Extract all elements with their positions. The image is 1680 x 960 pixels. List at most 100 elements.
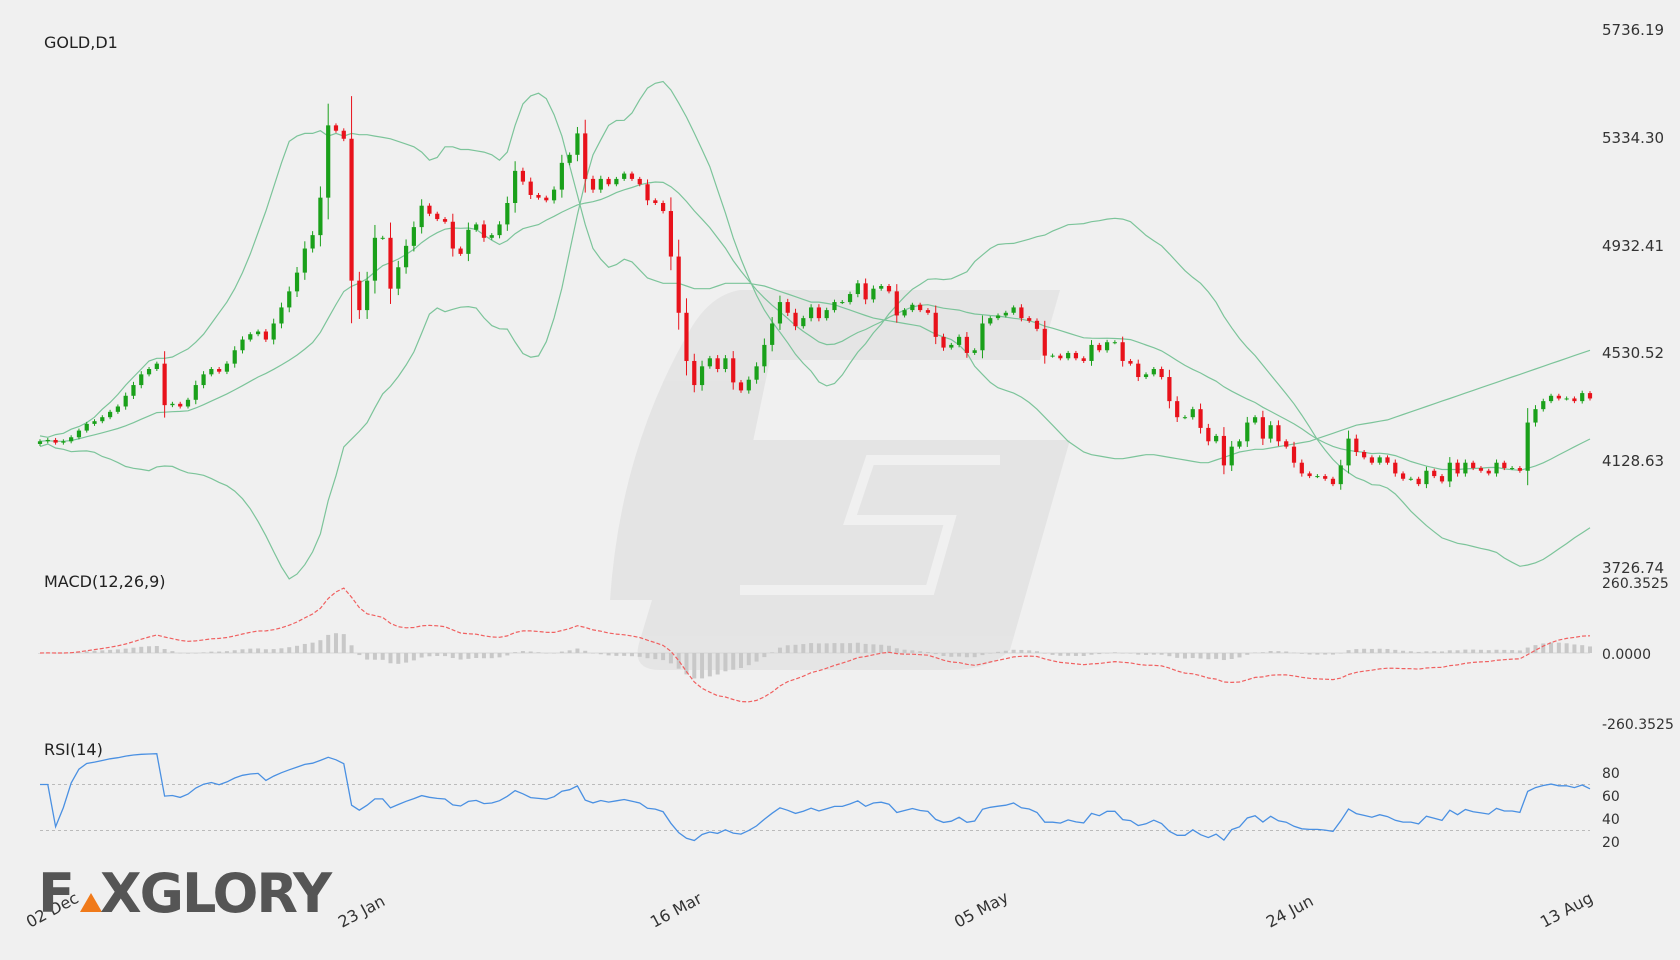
candle-body (972, 350, 977, 353)
macd-histogram-bar (232, 650, 237, 653)
candle-body (224, 363, 230, 372)
macd-histogram-bar (1229, 653, 1234, 659)
macd-histogram-bar (1502, 649, 1507, 653)
macd-histogram-bar (310, 642, 315, 653)
candle-body (645, 184, 650, 201)
macd-histogram-bar (559, 651, 564, 653)
macd-histogram-bar (1377, 648, 1382, 653)
candle (1066, 350, 1071, 361)
candle-body (684, 312, 689, 361)
candle-body (544, 197, 549, 201)
candle-body (536, 194, 541, 198)
macd-histogram-bar (575, 648, 580, 653)
candle (1385, 455, 1390, 465)
candle (146, 366, 152, 377)
candle-body (762, 344, 767, 367)
macd-histogram-bar (1027, 650, 1032, 653)
macd-histogram-bar (505, 653, 510, 656)
macd-histogram-bar (692, 653, 697, 679)
candle (302, 241, 307, 280)
candle-body (1027, 318, 1032, 321)
macd-histogram-bar (388, 653, 393, 664)
candle-body (1463, 462, 1468, 474)
candle-body (146, 369, 152, 375)
macd-histogram-bar (1401, 650, 1406, 653)
candle-body (1112, 342, 1117, 344)
date-label-1: 23 Jan (335, 891, 388, 931)
candle-body (723, 358, 728, 370)
candle (1175, 396, 1180, 423)
candle-body (988, 318, 993, 324)
macd-histogram-bar (1564, 643, 1569, 653)
macd-histogram-bar (380, 653, 385, 660)
macd-histogram-bar (513, 652, 518, 653)
candle-body (1502, 462, 1507, 469)
macd-histogram-bar (193, 653, 198, 654)
candle (1307, 471, 1312, 479)
candle (419, 199, 424, 234)
candle-body (1494, 462, 1499, 474)
candle-body (1136, 363, 1141, 378)
candle-body (489, 235, 494, 238)
macd-histogram-bar (170, 651, 175, 653)
macd-histogram-bar (1097, 653, 1102, 655)
candle (1315, 474, 1320, 479)
candle-body (699, 366, 705, 386)
candle-body (326, 125, 331, 198)
candle (661, 200, 666, 214)
candle (1058, 353, 1063, 361)
candle (1439, 474, 1445, 484)
candle (427, 203, 432, 217)
candle (1447, 457, 1452, 488)
candle-body (349, 138, 354, 281)
candle (108, 409, 113, 420)
candle-body (1034, 320, 1040, 329)
candle-body (949, 344, 954, 348)
candle-body (1229, 446, 1234, 466)
candle-body (100, 417, 105, 422)
candle (279, 302, 284, 329)
rsi-tick-3: 20 (1602, 835, 1620, 851)
macd-histogram-bar (1362, 648, 1367, 653)
candle-body (910, 304, 915, 311)
macd-histogram-bar (154, 645, 159, 653)
candle-body (1385, 457, 1390, 463)
candle (1541, 398, 1546, 412)
macd-histogram-bar (1525, 647, 1530, 653)
candle-body (458, 248, 463, 254)
macd-histogram-bar (645, 653, 650, 659)
candle (590, 175, 596, 193)
macd-histogram-bar (295, 645, 300, 653)
candle-body (185, 399, 191, 407)
macd-histogram-bar (1330, 653, 1335, 655)
candle-body (193, 385, 198, 400)
candle-body (1369, 457, 1375, 463)
fxglory-logo: F XGLORY (38, 862, 335, 925)
candle (341, 128, 346, 142)
candle (248, 332, 253, 342)
candle (1073, 350, 1079, 361)
candle-body (1175, 401, 1180, 418)
candle (458, 246, 463, 256)
macd-histogram-bar (1144, 653, 1149, 655)
candle-body (450, 221, 455, 249)
candle-body (255, 331, 261, 335)
candle-body (232, 350, 237, 364)
macd-histogram-bar (1588, 646, 1592, 653)
date-label-2: 16 Mar (647, 888, 705, 931)
candle-body (629, 173, 635, 179)
candle (1097, 342, 1102, 353)
macd-histogram-bar (443, 653, 448, 657)
macd-histogram-bar (1416, 651, 1421, 653)
macd-histogram-bar (419, 653, 424, 658)
candle-body (1182, 417, 1188, 419)
candle (513, 161, 518, 213)
macd-tick-0: 260.3525 (1602, 576, 1669, 592)
candle-body (1050, 355, 1055, 357)
macd-histogram-bar (1151, 653, 1156, 655)
candle-body (427, 205, 432, 214)
candle-body (661, 203, 666, 212)
candle (668, 197, 674, 271)
candle-body (1284, 441, 1289, 447)
macd-histogram-bar (536, 652, 541, 653)
